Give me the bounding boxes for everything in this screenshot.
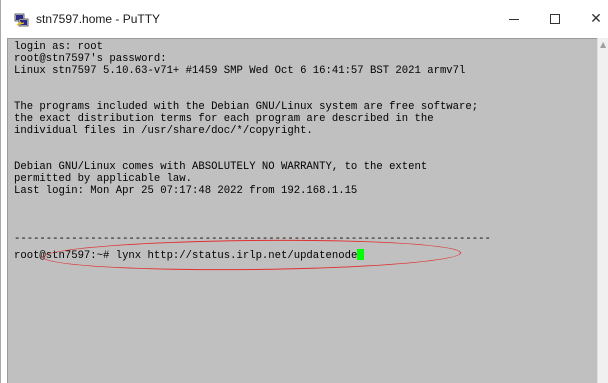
command-text: lynx http://status.irlp.net/updatenode	[115, 250, 358, 262]
minimize-button[interactable]	[492, 0, 536, 38]
terminal-line: Linux stn7597 5.10.63-v71+ #1459 SMP Wed…	[14, 65, 466, 77]
close-icon: ✕	[590, 11, 602, 27]
window-title: stn7597.home - PuTTY	[36, 12, 161, 26]
terminal-line: permitted by applicable law.	[14, 173, 193, 185]
terminal-screen[interactable]: login as: root root@stn7597's password: …	[7, 38, 597, 383]
terminal-line: login as: root	[14, 41, 104, 53]
maximize-icon	[550, 14, 560, 24]
terminal-line: the exact distribution terms for each pr…	[14, 113, 434, 125]
vertical-scrollbar[interactable]: ▲	[597, 38, 608, 383]
minimize-icon	[509, 18, 519, 20]
putty-window: stn7597.home - PuTTY ✕ login as: root ro…	[0, 0, 608, 383]
command-line[interactable]: root@stn7597:~# lynx http://status.irlp.…	[14, 249, 365, 262]
scroll-up-icon[interactable]: ▲	[600, 41, 608, 49]
putty-icon	[14, 13, 29, 27]
shell-prompt: root@stn7597:~#	[14, 250, 116, 262]
separator-line: ----------------------------------------…	[14, 233, 491, 245]
title-bar[interactable]: stn7597.home - PuTTY ✕	[1, 0, 608, 38]
terminal-line: The programs included with the Debian GN…	[14, 101, 479, 113]
terminal-line: root@stn7597's password:	[14, 53, 167, 65]
terminal-line: individual files in /usr/share/doc/*/cop…	[14, 125, 313, 137]
maximize-button[interactable]	[533, 0, 577, 38]
text-cursor	[357, 249, 365, 260]
close-button[interactable]: ✕	[574, 0, 608, 38]
terminal-line: Last login: Mon Apr 25 07:17:48 2022 fro…	[14, 185, 358, 197]
terminal-line: Debian GNU/Linux comes with ABSOLUTELY N…	[14, 161, 428, 173]
